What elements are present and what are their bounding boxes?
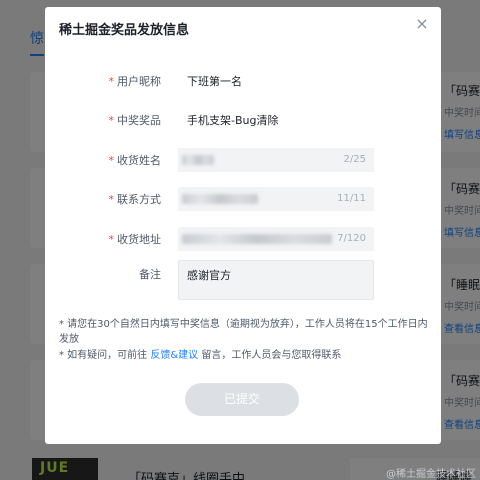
required-mark: * [108, 233, 115, 246]
char-counter: 2/25 [343, 154, 366, 165]
form-row-phone: * 联系方式 11/11 [45, 187, 441, 211]
submitted-button[interactable]: 已提交 [185, 383, 299, 416]
redacted-text [182, 234, 332, 244]
form-row-nickname: * 用户昵称 下班第一名 [45, 69, 441, 93]
form-row-prize: * 中奖奖品 手机支架-Bug清除 [45, 108, 441, 132]
notice-line: * 请您在30个自然日内填写中奖信息（逾期视为放弃），工作人员将在15个工作日内… [59, 319, 428, 345]
feedback-link[interactable]: 反馈&建议 [150, 350, 198, 361]
required-mark: * [108, 154, 115, 167]
form-row-remark: 备注 感谢官方 [45, 260, 441, 300]
required-mark: * [108, 193, 115, 206]
required-mark: * [108, 114, 115, 127]
close-icon[interactable]: × [413, 15, 431, 33]
form-row-address: * 收货地址 7/120 [45, 227, 441, 251]
redacted-text [182, 155, 214, 165]
notice-line: * 如有疑问，可前往 反馈&建议 留言，工作人员会与您取得联系 [59, 350, 342, 361]
prize-info-dialog: 稀土掘金奖品发放信息 × * 用户昵称 下班第一名 * 中奖奖品 手机支架-Bug清… [45, 7, 441, 444]
nickname-value: 下班第一名 [187, 75, 242, 88]
phone-input[interactable]: 11/11 [178, 187, 374, 211]
remark-textarea[interactable]: 感谢官方 [178, 260, 374, 300]
field-label: 备注 [139, 268, 161, 281]
watermark: @稀土掘金技术社区 [386, 469, 476, 480]
required-mark: * [108, 75, 115, 88]
address-input[interactable]: 7/120 [178, 227, 374, 251]
redacted-text [182, 194, 258, 204]
field-label: * 中奖奖品 [108, 114, 162, 127]
notice-text: * 请您在30个自然日内填写中奖信息（逾期视为放弃），工作人员将在15个工作日内… [59, 317, 431, 364]
form-row-receiver-name: * 收货姓名 2/25 [45, 148, 441, 172]
field-label: * 收货地址 [108, 233, 162, 246]
prize-value: 手机支架-Bug清除 [187, 114, 279, 127]
field-label: * 用户昵称 [108, 75, 162, 88]
char-counter: 11/11 [337, 193, 366, 204]
field-label: * 联系方式 [108, 193, 162, 206]
char-counter: 7/120 [337, 233, 366, 244]
dialog-title: 稀土掘金奖品发放信息 [59, 23, 190, 38]
field-label: * 收货姓名 [108, 154, 162, 167]
receiver-name-input[interactable]: 2/25 [178, 148, 374, 172]
remark-value: 感谢官方 [187, 269, 231, 282]
